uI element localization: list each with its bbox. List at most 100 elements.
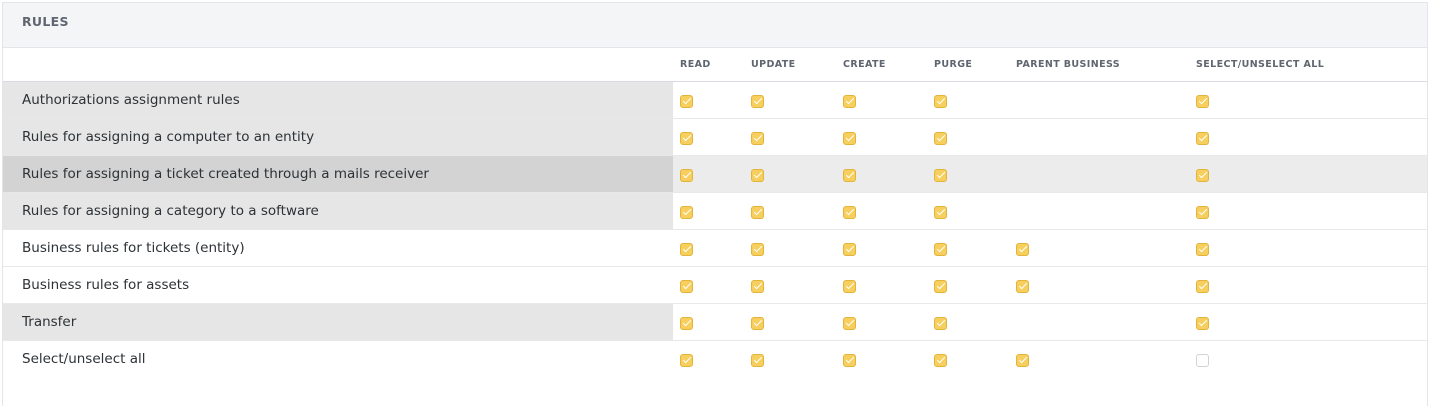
checkbox-select-all[interactable] [1196,168,1209,182]
cell-parent-business [1009,341,1189,378]
checkbox-create[interactable] [843,279,856,293]
table-row: Rules for assigning a computer to an ent… [3,118,1427,156]
table-row: Rules for assigning a category to a soft… [3,192,1427,230]
checkbox-create[interactable] [843,205,856,219]
cell-create [836,81,927,119]
checkbox-purge[interactable] [934,353,947,367]
checkbox-read[interactable] [680,131,693,145]
checkbox-select-all[interactable] [1196,316,1209,330]
cell-select-all [1189,303,1427,341]
checkbox-create[interactable] [843,131,856,145]
checkbox-purge[interactable] [934,168,947,182]
cell-select-all [1189,266,1427,304]
column-header-update: UPDATE [744,48,836,82]
checkbox-update[interactable] [751,94,764,108]
rule-label: Rules for assigning a ticket created thr… [3,155,673,193]
cell-purge [927,81,1009,119]
table-row: Authorizations assignment rules [3,81,1427,119]
cell-select-all [1189,155,1427,193]
checkbox-read[interactable] [680,279,693,293]
checkbox-update[interactable] [751,205,764,219]
checkbox-select-all[interactable] [1196,94,1209,108]
checkbox-select-all[interactable] [1196,131,1209,145]
cell-purge [927,155,1009,193]
checkbox-purge[interactable] [934,205,947,219]
table-row: Transfer [3,303,1427,341]
cell-create [836,266,927,304]
checkbox-parent-business[interactable] [1016,353,1029,367]
checkbox-purge[interactable] [934,242,947,256]
cell-read [673,192,744,230]
checkbox-purge[interactable] [934,316,947,330]
checkbox-read[interactable] [680,316,693,330]
cell-update [744,266,836,304]
cell-parent-business [1009,303,1189,341]
rule-label: Transfer [3,303,673,341]
section-title: RULES [3,3,1427,48]
cell-select-all [1189,81,1427,119]
cell-update [744,229,836,267]
cell-create [836,118,927,156]
checkbox-update[interactable] [751,242,764,256]
cell-purge [927,266,1009,304]
checkbox-update[interactable] [751,279,764,293]
cell-purge [927,192,1009,230]
checkbox-parent-business[interactable] [1016,279,1029,293]
checkbox-purge[interactable] [934,131,947,145]
rule-label: Select/unselect all [22,351,146,367]
table-row: Select/unselect all [3,341,1427,378]
checkbox-purge[interactable] [934,279,947,293]
checkbox-read[interactable] [680,242,693,256]
checkbox-select-all[interactable] [1196,242,1209,256]
checkbox-update[interactable] [751,316,764,330]
checkbox-create[interactable] [843,316,856,330]
cell-create [836,303,927,341]
column-header-read: READ [673,48,744,82]
cell-purge [927,229,1009,267]
checkbox-select-all[interactable] [1196,353,1209,367]
cell-select-all [1189,118,1427,156]
cell-update [744,118,836,156]
checkbox-create[interactable] [843,168,856,182]
cell-select-all [1189,341,1427,378]
checkbox-purge[interactable] [934,94,947,108]
checkbox-create[interactable] [843,94,856,108]
cell-read [673,303,744,341]
cell-read [673,81,744,119]
checkbox-update[interactable] [751,131,764,145]
cell-parent-business [1009,229,1189,267]
table-row: Rules for assigning a ticket created thr… [3,155,1427,193]
cell-create [836,229,927,267]
cell-read [673,229,744,267]
checkbox-parent-business[interactable] [1016,242,1029,256]
rule-label: Business rules for assets [3,266,673,304]
checkbox-update[interactable] [751,168,764,182]
cell-update [744,192,836,230]
checkbox-select-all[interactable] [1196,279,1209,293]
rules-rights-table: READ UPDATE CREATE PURGE PARENT BUSINESS… [3,48,1427,377]
cell-create [836,192,927,230]
cell-select-all [1189,192,1427,230]
checkbox-update[interactable] [751,353,764,367]
checkbox-read[interactable] [680,353,693,367]
cell-parent-business [1009,155,1189,193]
cell-purge [927,341,1009,378]
cell-read [673,118,744,156]
cell-parent-business [1009,266,1189,304]
checkbox-create[interactable] [843,242,856,256]
table-row: Business rules for tickets (entity) [3,229,1427,267]
checkbox-read[interactable] [680,94,693,108]
table-row: Business rules for assets [3,266,1427,304]
cell-select-all [1189,229,1427,267]
cell-read [673,341,744,378]
checkbox-read[interactable] [680,168,693,182]
rule-label: Authorizations assignment rules [3,81,673,119]
rule-label: Rules for assigning a category to a soft… [3,192,673,230]
checkbox-read[interactable] [680,205,693,219]
checkbox-select-all[interactable] [1196,205,1209,219]
checkbox-create[interactable] [843,353,856,367]
column-header-create: CREATE [836,48,927,82]
cell-read [673,266,744,304]
cell-update [744,341,836,378]
cell-update [744,155,836,193]
